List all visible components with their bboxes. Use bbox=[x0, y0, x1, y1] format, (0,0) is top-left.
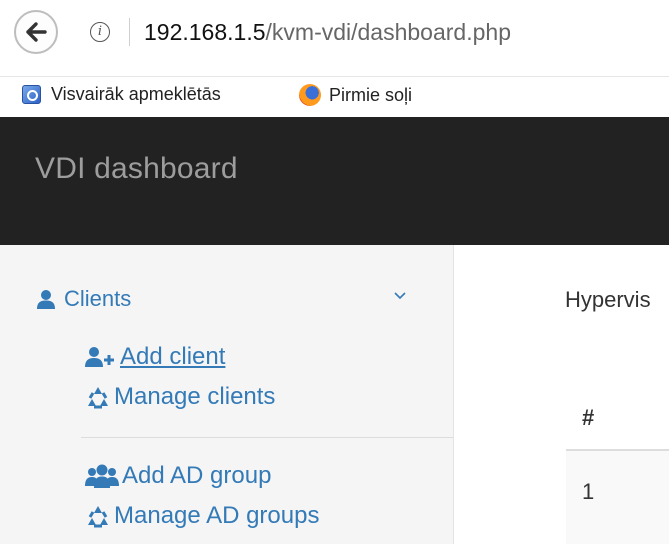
user-icon bbox=[37, 290, 55, 309]
sidebar-item-add-client[interactable]: Add client bbox=[85, 343, 225, 371]
sidebar-item-label: Add client bbox=[120, 343, 226, 370]
chevron-down-icon[interactable] bbox=[393, 291, 407, 301]
brand-title[interactable]: VDI dashboard bbox=[35, 152, 238, 186]
main-content: Hypervis # 1 bbox=[454, 245, 669, 544]
sidebar-section-clients[interactable]: Clients bbox=[36, 286, 131, 312]
bookmark-most-visited[interactable]: Visvairāk apmeklētās bbox=[22, 84, 221, 105]
sidebar-item-manage-clients[interactable]: Manage clients bbox=[85, 383, 275, 411]
browser-address-bar: i 192.168.1.5/kvm-vdi/dashboard.php bbox=[0, 0, 669, 70]
table-header-cell: # bbox=[582, 405, 595, 430]
sidebar: Clients Add client Manage clients Add AD… bbox=[0, 245, 454, 544]
sidebar-divider bbox=[81, 437, 453, 438]
sidebar-item-label: Manage AD groups bbox=[114, 502, 320, 529]
url-path: /kvm-vdi/dashboard.php bbox=[265, 19, 511, 45]
firefox-icon bbox=[299, 84, 321, 106]
sidebar-item-label: Add AD group bbox=[122, 462, 272, 489]
recycle-icon bbox=[85, 385, 111, 409]
sidebar-item-label: Manage clients bbox=[114, 383, 276, 410]
bookmark-label: Pirmie soļi bbox=[329, 84, 413, 105]
page-icon bbox=[22, 85, 41, 104]
page-title: Hypervis bbox=[565, 287, 651, 312]
info-icon[interactable]: i bbox=[90, 22, 110, 42]
bookmarks-bar: Visvairāk apmeklētās Pirmie soļi bbox=[0, 76, 669, 117]
sidebar-item-add-ad-group[interactable]: Add AD group bbox=[85, 462, 271, 490]
sidebar-item-manage-ad-groups[interactable]: Manage AD groups bbox=[85, 502, 319, 530]
user-plus-icon bbox=[85, 346, 117, 368]
app-navbar: VDI dashboard bbox=[0, 117, 669, 245]
bookmark-label: Visvairāk apmeklētās bbox=[51, 84, 221, 104]
arrow-left-icon bbox=[26, 22, 47, 42]
url-host: 192.168.1.5 bbox=[144, 19, 266, 45]
bookmark-getting-started[interactable]: Pirmie soļi bbox=[299, 84, 412, 106]
url-separator bbox=[129, 18, 130, 46]
back-button[interactable] bbox=[14, 10, 58, 54]
url-field[interactable]: 192.168.1.5/kvm-vdi/dashboard.php bbox=[144, 18, 511, 46]
recycle-icon bbox=[85, 504, 111, 528]
users-icon bbox=[85, 464, 119, 488]
sidebar-section-label: Clients bbox=[64, 286, 132, 311]
table-cell: 1 bbox=[582, 479, 595, 504]
